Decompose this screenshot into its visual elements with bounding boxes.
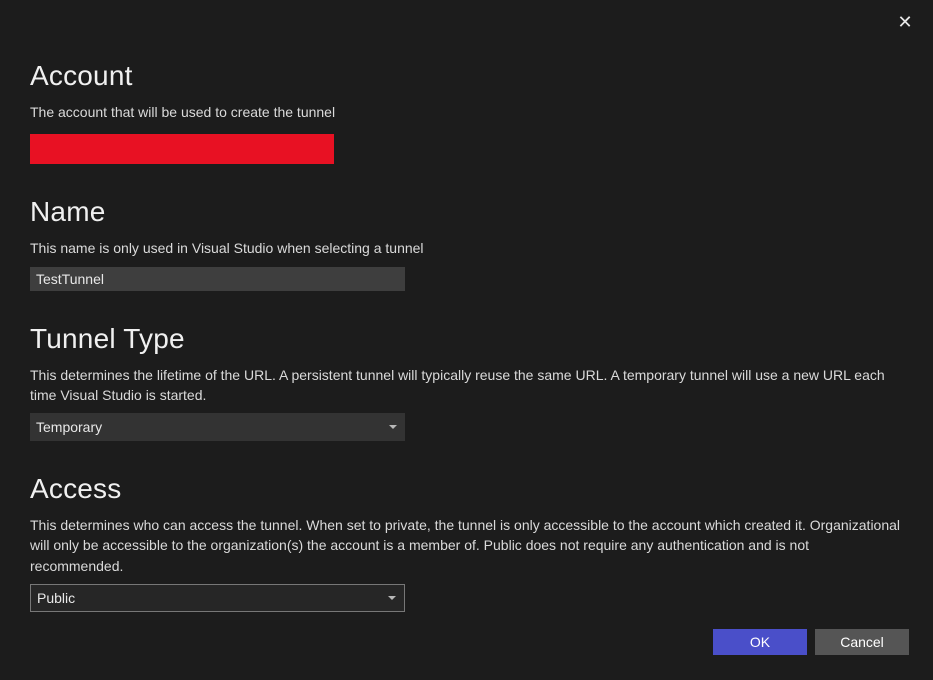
dialog-content: Account The account that will be used to… [0, 0, 933, 674]
tunnel-type-value: Temporary [36, 419, 102, 435]
account-input[interactable] [30, 134, 334, 164]
account-description: The account that will be used to create … [30, 102, 903, 122]
name-input[interactable] [30, 267, 405, 291]
access-heading: Access [30, 473, 903, 505]
access-select[interactable]: Public [30, 584, 405, 612]
account-section: Account The account that will be used to… [30, 60, 903, 164]
access-section: Access This determines who can access th… [30, 473, 903, 612]
access-description: This determines who can access the tunne… [30, 515, 903, 576]
name-heading: Name [30, 196, 903, 228]
close-button[interactable]: ✕ [895, 12, 915, 32]
tunnel-type-description: This determines the lifetime of the URL.… [30, 365, 903, 406]
dialog-buttons: OK Cancel [713, 629, 909, 655]
access-value: Public [37, 590, 75, 606]
account-heading: Account [30, 60, 903, 92]
ok-button[interactable]: OK [713, 629, 807, 655]
tunnel-type-heading: Tunnel Type [30, 323, 903, 355]
name-section: Name This name is only used in Visual St… [30, 196, 903, 290]
cancel-button[interactable]: Cancel [815, 629, 909, 655]
tunnel-type-select[interactable]: Temporary [30, 413, 405, 441]
tunnel-type-section: Tunnel Type This determines the lifetime… [30, 323, 903, 442]
name-description: This name is only used in Visual Studio … [30, 238, 903, 258]
